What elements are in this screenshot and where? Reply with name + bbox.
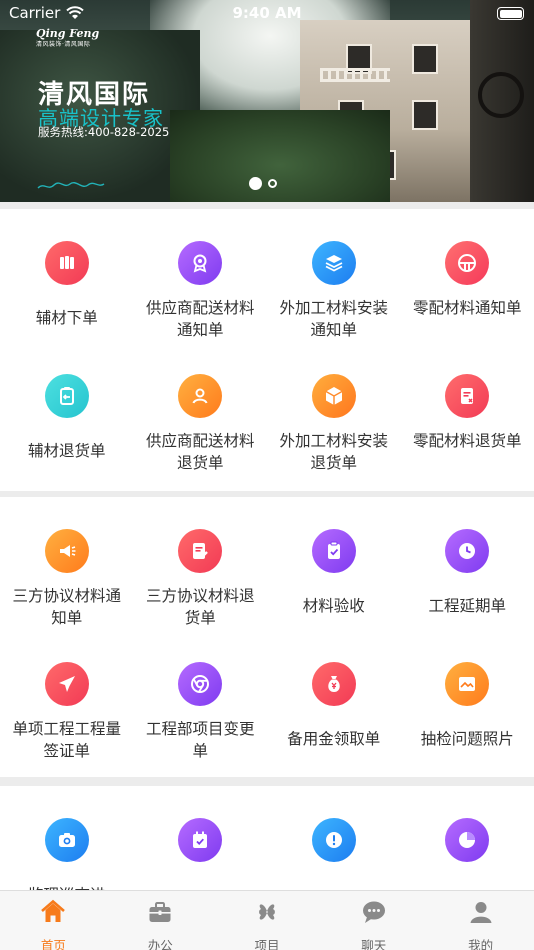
feature-label: 三方协议材料通知单 xyxy=(12,587,121,627)
feature-item[interactable]: 辅材退货单 xyxy=(0,342,134,475)
megaphone-icon xyxy=(44,529,89,573)
banner-carousel[interactable]: Qing Feng 清风装饰·清风国际 清风国际 高端设计专家 服务热线:400… xyxy=(0,0,534,202)
feature-item[interactable] xyxy=(401,786,534,890)
tab-label: 聊天 xyxy=(361,938,387,950)
banner-signature xyxy=(36,180,106,195)
supervision-section: 监理巡查进 xyxy=(0,786,534,890)
feature-label: 外加工材料安装退货单 xyxy=(279,432,388,472)
pillars-icon xyxy=(44,241,89,285)
feature-item[interactable]: 工程部项目变更单 xyxy=(134,630,268,763)
material-orders-section: 辅材下单 供应商配送材料通知单 外加工材料安装通知单 零配材料通知单辅材退货单 供应商配… xyxy=(0,209,534,491)
tab-label: 首页 xyxy=(40,938,66,950)
tab-bar: 首页 办公 项目 聊天 我的 xyxy=(0,890,534,950)
banner-foliage xyxy=(170,110,390,202)
chrome-icon xyxy=(178,662,223,706)
document-cancel-icon xyxy=(445,374,490,418)
money-bag-icon xyxy=(311,662,356,706)
feature-item[interactable]: 三方协议材料通知单 xyxy=(0,497,134,630)
return-clipboard-icon xyxy=(44,374,89,418)
feature-item[interactable]: 供应商配送材料通知单 xyxy=(134,209,268,342)
tab-label: 项目 xyxy=(254,938,280,950)
feature-label: 零配材料退货单 xyxy=(412,432,522,450)
page-indicator-dot-2[interactable] xyxy=(268,179,277,188)
tab-label: 我的 xyxy=(468,938,494,950)
feature-item[interactable]: 辅材下单 xyxy=(0,209,134,342)
feature-item[interactable] xyxy=(267,786,401,890)
banner-hotline: 服务热线:400-828-2025 xyxy=(38,125,170,139)
feature-item[interactable]: 监理巡查进 xyxy=(0,786,134,890)
feature-label: 外加工材料安装通知单 xyxy=(279,299,388,339)
feature-label: 三方协议材料退货单 xyxy=(145,587,255,627)
calendar-check-icon xyxy=(178,818,223,862)
clipboard-check-icon xyxy=(311,529,356,573)
feature-item[interactable]: 供应商配送材料退货单 xyxy=(134,342,268,475)
feature-item[interactable]: 三方协议材料退货单 xyxy=(134,497,268,630)
brand-logo: Qing Feng 清风装饰·清风国际 xyxy=(36,27,100,49)
feature-label: 备用金领取单 xyxy=(287,730,381,748)
briefcase-icon xyxy=(146,891,174,930)
feature-item[interactable]: 零配材料通知单 xyxy=(401,209,534,342)
page-indicator xyxy=(249,177,277,190)
tab-label: 办公 xyxy=(147,938,173,950)
feature-label: 零配材料通知单 xyxy=(412,299,522,317)
tab-briefcase[interactable]: 办公 xyxy=(107,891,214,950)
feature-item[interactable]: 备用金领取单 xyxy=(267,630,401,763)
feature-item[interactable] xyxy=(134,786,268,890)
pie-icon xyxy=(445,818,490,862)
feature-item[interactable]: 单项工程工程量签证单 xyxy=(0,630,134,763)
feature-label: 供应商配送材料通知单 xyxy=(145,299,255,339)
clock-icon xyxy=(445,529,490,573)
feature-label: 工程延期单 xyxy=(428,597,506,615)
feature-item[interactable]: 外加工材料安装退货单 xyxy=(267,342,401,475)
airplane-icon xyxy=(44,662,89,706)
tab-user[interactable]: 我的 xyxy=(427,891,534,950)
feature-label: 辅材退货单 xyxy=(27,442,106,460)
banner-ornament xyxy=(478,72,524,118)
alert-icon xyxy=(311,818,356,862)
feature-label: 材料验收 xyxy=(302,597,365,615)
chat-icon xyxy=(360,891,388,930)
person-icon xyxy=(178,374,223,418)
badge-icon xyxy=(178,241,223,285)
camera-icon xyxy=(44,818,89,862)
layers-icon xyxy=(311,241,356,285)
picture-icon xyxy=(445,662,490,706)
feature-item[interactable]: 外加工材料安装通知单 xyxy=(267,209,401,342)
page-indicator-dot-1[interactable] xyxy=(249,177,262,190)
document-edit-icon xyxy=(178,529,223,573)
status-time: 9:40 AM xyxy=(232,4,302,22)
feature-item[interactable]: 零配材料退货单 xyxy=(401,342,534,475)
grid-icon xyxy=(253,891,281,930)
home-icon xyxy=(39,891,67,930)
feature-label: 工程部项目变更单 xyxy=(145,720,255,760)
feature-item[interactable]: 材料验收 xyxy=(267,497,401,630)
user-icon xyxy=(467,891,495,930)
feature-item[interactable]: 抽检问题照片 xyxy=(401,630,534,763)
tray-icon xyxy=(445,241,490,285)
agreement-project-section: 三方协议材料通知单 三方协议材料退货单 材料验收 工程延期单单项工程工程量签证单 工程部… xyxy=(0,497,534,777)
feature-label: 供应商配送材料退货单 xyxy=(145,432,255,472)
tab-home[interactable]: 首页 xyxy=(0,891,107,950)
feature-label: 抽检问题照片 xyxy=(420,730,514,748)
feature-label: 单项工程工程量签证单 xyxy=(12,720,121,760)
feature-label: 辅材下单 xyxy=(35,309,98,327)
status-bar: Carrier 9:40 AM xyxy=(0,0,534,28)
box-icon xyxy=(311,374,356,418)
battery-icon xyxy=(497,7,524,20)
tab-chat[interactable]: 聊天 xyxy=(320,891,427,950)
feature-item[interactable]: 工程延期单 xyxy=(401,497,534,630)
tab-grid[interactable]: 项目 xyxy=(214,891,321,950)
